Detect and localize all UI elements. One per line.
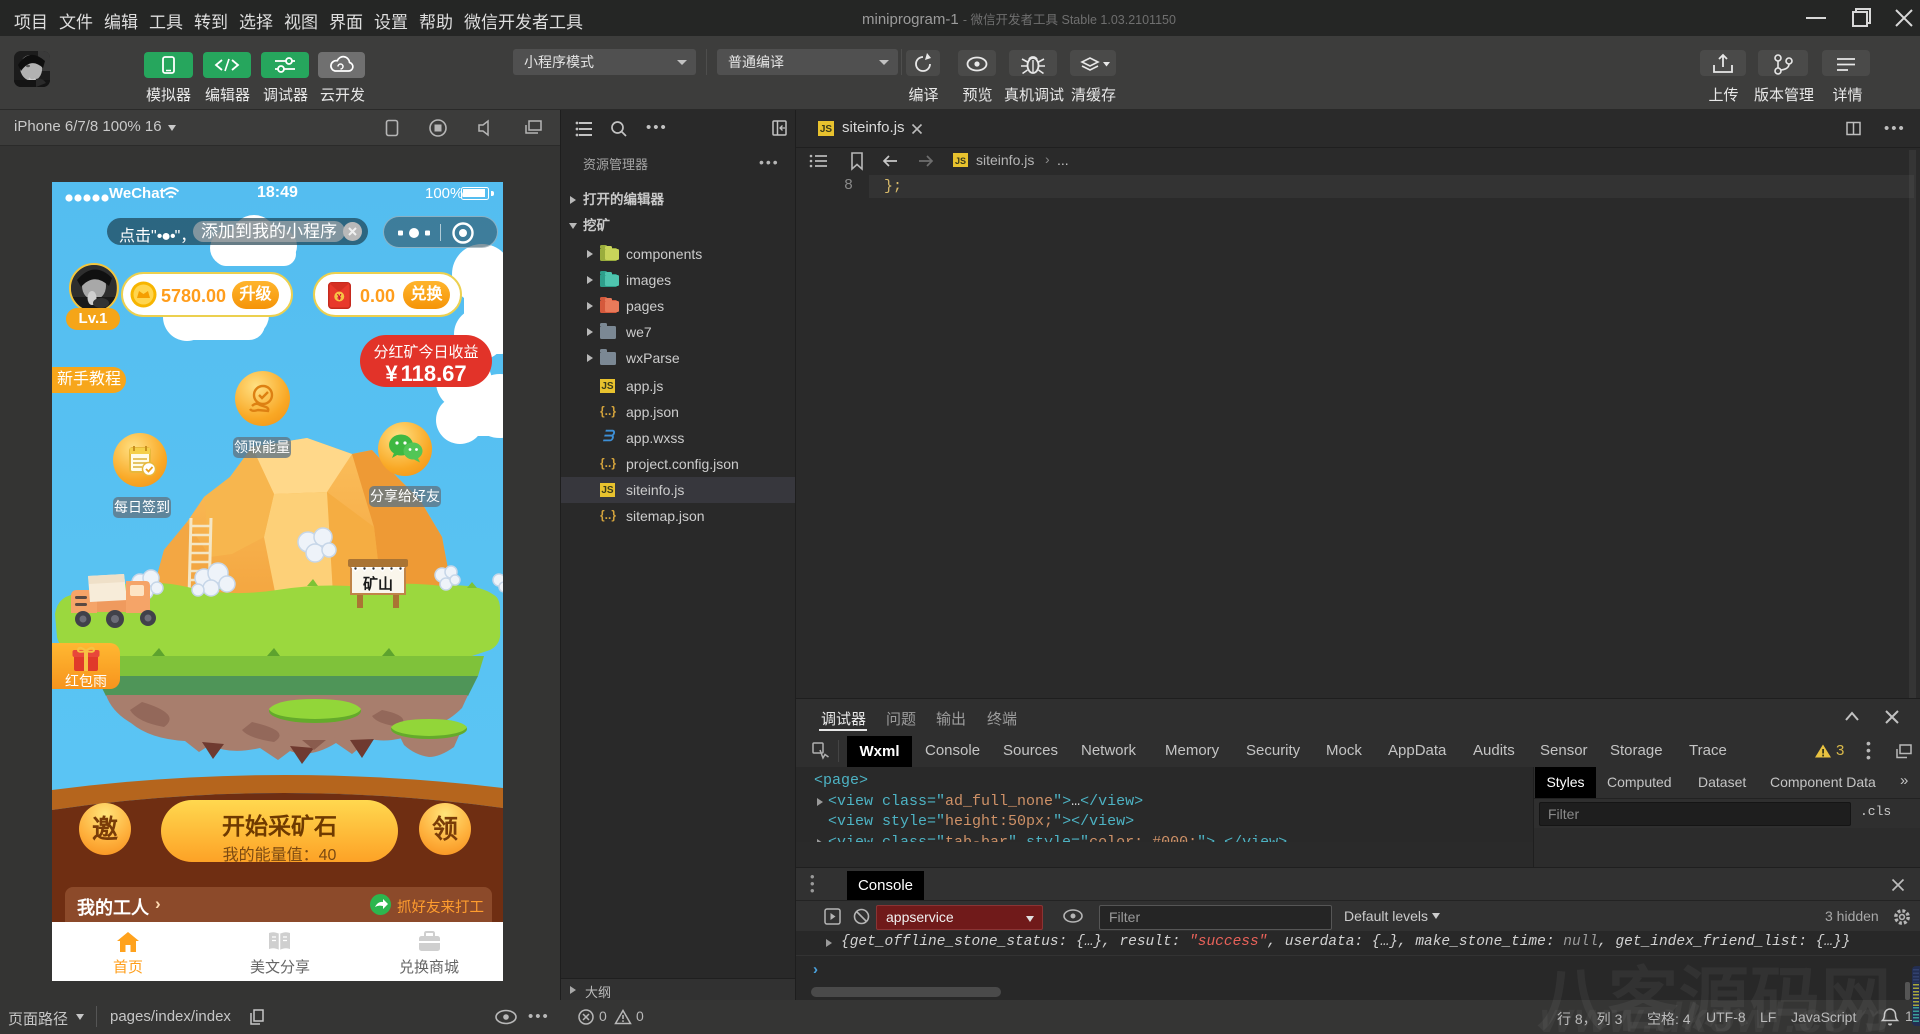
- svg-text:¥: ¥: [337, 293, 342, 302]
- svg-text:矿山: 矿山: [363, 575, 393, 593]
